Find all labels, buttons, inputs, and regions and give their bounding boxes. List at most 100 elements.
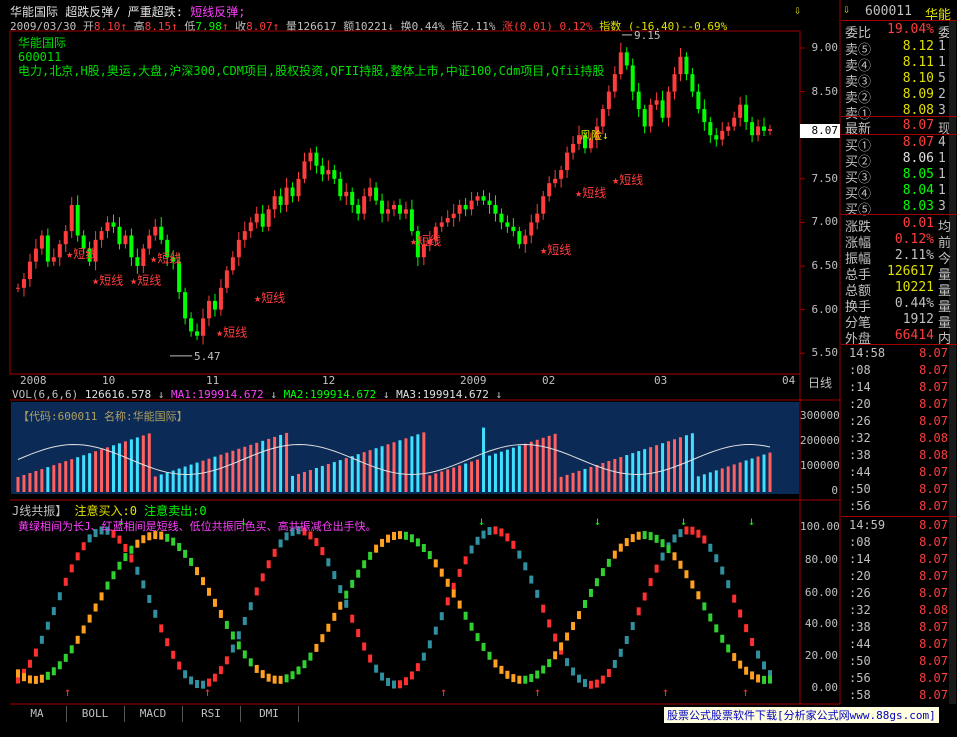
candle-body	[499, 213, 504, 223]
volume-bar	[141, 435, 145, 492]
tick-row: :26 8.07	[841, 586, 956, 602]
sell-arrow-icon: ↓	[680, 514, 687, 528]
osc-long-segment	[380, 538, 385, 547]
osc-short-segment	[123, 543, 128, 552]
osc-short-segment	[750, 637, 755, 646]
volume-bar	[517, 445, 521, 492]
candle-body	[212, 300, 217, 310]
candle-body	[350, 191, 355, 205]
short-signal-label: ★短线	[150, 252, 181, 266]
osc-long-segment	[624, 538, 629, 547]
candle-body	[553, 178, 558, 184]
candle-body	[541, 196, 546, 214]
osc-long-segment	[87, 614, 92, 623]
osc-long-segment	[499, 665, 504, 674]
osc-title[interactable]: J线共振】	[12, 504, 67, 518]
stat-row-value: 126617	[887, 264, 934, 279]
vol-indicator-name[interactable]: VOL(6,6,6)	[12, 388, 78, 401]
side-panel-alarm-icon[interactable]: ⇩	[843, 2, 850, 16]
period-label[interactable]: 日线	[808, 374, 832, 391]
sell-row-value: 8.10	[902, 71, 934, 86]
volume-code-tag: 【代码:600011 名称:华能国际】	[18, 410, 188, 423]
osc-short-segment	[505, 533, 510, 542]
osc-long-segment	[720, 634, 725, 643]
candle-body	[505, 222, 510, 227]
buy-arrow-icon: ↑	[742, 685, 749, 699]
volume-bar	[183, 466, 187, 492]
osc-long-segment	[201, 577, 206, 586]
candle-body	[612, 74, 617, 92]
osc-short-segment	[33, 648, 38, 657]
date-tick-label: 03	[654, 374, 668, 387]
tab-dmi[interactable]: DMI	[240, 706, 299, 722]
osc-short-segment	[129, 554, 134, 563]
tab-macd[interactable]: MACD	[124, 706, 183, 722]
volume-bar	[123, 441, 127, 492]
osc-short-segment	[481, 530, 486, 539]
volume-bar	[279, 434, 283, 492]
osc-long-segment	[762, 675, 767, 684]
osc-short-segment	[386, 677, 391, 686]
osc-long-segment	[750, 671, 755, 680]
candle-body	[654, 100, 659, 105]
osc-short-segment	[499, 528, 504, 537]
osc-long-segment	[105, 581, 110, 590]
tick-time: :56	[849, 671, 871, 685]
tick-time: :32	[849, 603, 871, 617]
candle-body	[708, 122, 713, 136]
osc-long-segment	[600, 568, 605, 577]
short-signal-label: ★短线	[410, 234, 441, 248]
osc-long-segment	[547, 659, 552, 668]
osc-short-segment	[356, 629, 361, 638]
candle-body	[302, 161, 307, 179]
volume-bar	[70, 459, 74, 492]
osc-long-segment	[302, 660, 307, 669]
tab-boll[interactable]: BOLL	[66, 706, 125, 722]
tick-row: :32 8.08	[841, 431, 956, 447]
volume-bar	[571, 472, 575, 492]
osc-long-segment	[702, 602, 707, 611]
short-signal-label: ★短线	[575, 186, 606, 200]
buy-row-value: 8.04	[902, 183, 934, 198]
osc-long-segment	[648, 532, 653, 541]
volume-bar	[553, 433, 557, 492]
volume-bar	[511, 447, 515, 492]
tick-time: 14:59	[849, 518, 886, 532]
tick-price: 8.07	[919, 380, 948, 394]
osc-short-segment	[630, 622, 635, 631]
osc-short-segment	[451, 582, 456, 591]
buy-row-tail: 1	[938, 167, 946, 182]
sell-row: 卖③ 8.10 5	[841, 71, 956, 90]
osc-long-segment	[451, 589, 456, 598]
tab-rsi[interactable]: RSI	[182, 706, 241, 722]
candle-body	[672, 74, 677, 92]
tick-time: :56	[849, 499, 871, 513]
osc-short-segment	[577, 674, 582, 683]
osc-short-segment	[254, 587, 259, 596]
osc-tick-label: 80.00	[804, 553, 838, 566]
osc-long-segment	[141, 535, 146, 544]
osc-short-segment	[153, 609, 158, 618]
osc-short-segment	[600, 675, 605, 684]
osc-long-segment	[195, 567, 200, 576]
side-code: 600011	[865, 4, 912, 19]
osc-long-segment	[726, 644, 731, 653]
volume-bar	[267, 438, 271, 492]
max-price-label: 9.15	[634, 29, 661, 42]
stat-row: 分笔 1912 量	[841, 312, 956, 331]
tab-ma[interactable]: MA	[8, 706, 67, 722]
candle-body	[69, 204, 74, 232]
osc-short-segment	[135, 566, 140, 575]
osc-long-segment	[672, 552, 677, 561]
osc-long-segment	[248, 658, 253, 667]
tick-row: :14 8.07	[841, 380, 956, 396]
osc-long-segment	[218, 609, 223, 618]
osc-long-segment	[129, 545, 134, 554]
osc-short-segment	[403, 677, 408, 686]
osc-tick-label: 20.00	[804, 649, 838, 662]
candle-body	[374, 187, 379, 201]
candle-body	[559, 170, 564, 179]
tick-price: 8.07	[919, 586, 948, 600]
short-signal-label: ★短线	[130, 273, 161, 287]
stat-row-value: 66414	[894, 328, 934, 343]
